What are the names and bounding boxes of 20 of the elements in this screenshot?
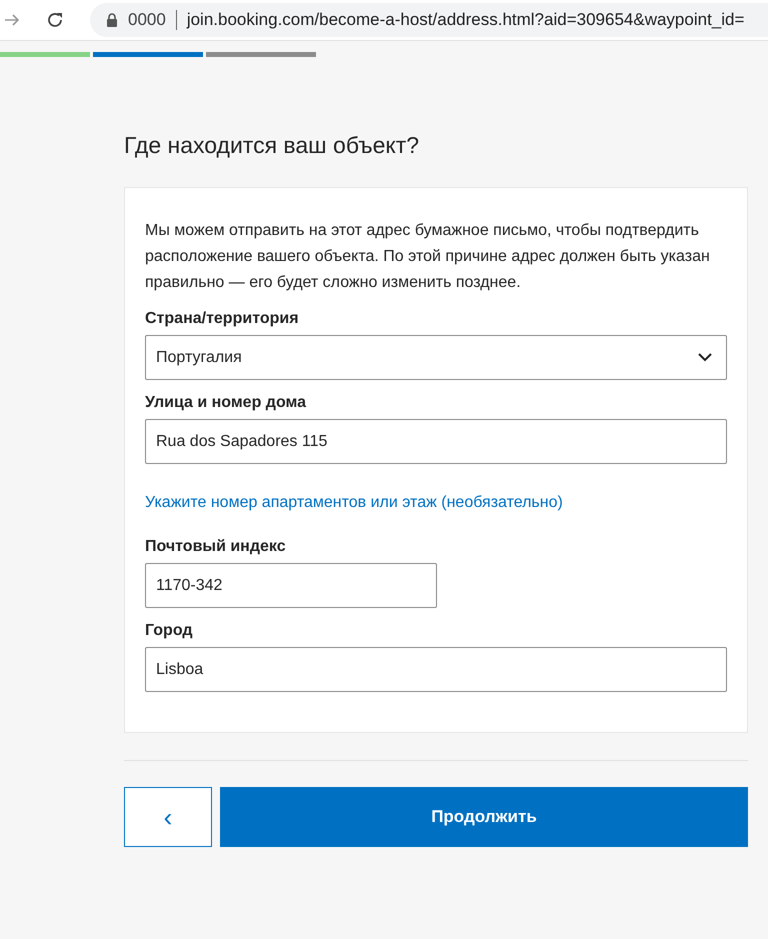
input-field[interactable]: 1170-342 [145,563,437,608]
input-field[interactable]: Rua dos Sapadores 115 [145,419,727,464]
security-text: 0000 [128,10,166,30]
field-label: Страна/территория [145,310,300,328]
continue-button[interactable]: Продолжить [220,787,748,847]
field-label: Город [145,622,194,640]
chevron-down-icon [698,353,712,362]
address-bar[interactable]: 0000 join.booking.com/become-a-host/address.html?aid=309654&waypoint_id= [90,3,768,37]
forward-icon[interactable] [4,12,20,28]
input-field[interactable]: Lisboa [145,647,727,692]
select-field[interactable]: Португалия [145,335,727,380]
field-label: Улица и номер дома [145,394,308,412]
lock-icon [106,13,118,27]
field-label: Почтовый индекс [145,538,287,556]
back-button[interactable]: ‹ [124,787,212,847]
page-title: Где находится ваш объект? [124,132,420,160]
url-text: join.booking.com/become-a-host/address.html?aid=309654&waypoint_id= [186,10,744,30]
intro-text: Мы можем отправить на этот адрес бумажное письмо, чтобы подтвердить расположение вашего объекта. По этой причине адрес должен быть указан правильно — его будет сложно изменить позднее. [145,221,711,293]
reload-icon[interactable] [46,11,64,29]
apartment-link[interactable]: Укажите номер апартаментов или этаж (необязательно) [145,494,563,512]
